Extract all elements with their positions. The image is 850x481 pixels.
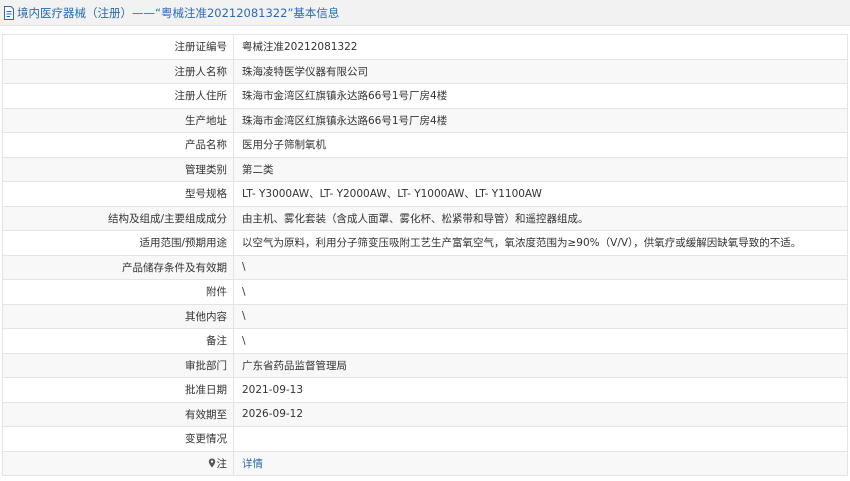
field-value: 2026-09-12 xyxy=(233,401,848,427)
table-row: 适用范围/预期用途 以空气为原料，利用分子筛变压吸附工艺生产富氧空气，氧浓度范围为… xyxy=(2,230,848,256)
field-value: 以空气为原料，利用分子筛变压吸附工艺生产富氧空气，氧浓度范围为≥90%（V/V）… xyxy=(233,230,848,256)
field-value: \ xyxy=(233,328,848,354)
field-value: 珠海凌特医学仪器有限公司 xyxy=(233,58,848,84)
field-label: 结构及组成/主要组成成分 xyxy=(2,205,234,231)
field-label: 备注 xyxy=(2,328,234,354)
table-row: 结构及组成/主要组成成分 由主机、雾化套装（含成人面罩、雾化杯、松紧带和导管）和遥… xyxy=(2,205,848,231)
field-label: 管理类别 xyxy=(2,156,234,182)
field-label: 生产地址 xyxy=(2,107,234,133)
table-row: 备注 \ xyxy=(2,328,848,354)
field-label: 注册人名称 xyxy=(2,58,234,84)
table-row: 附件 \ xyxy=(2,279,848,305)
table-row: 批准日期 2021-09-13 xyxy=(2,377,848,403)
field-value: 珠海市金湾区红旗镇永达路66号1号厂房4楼 xyxy=(233,83,848,109)
table-row: 生产地址 珠海市金湾区红旗镇永达路66号1号厂房4楼 xyxy=(2,107,848,133)
field-label: 注册人住所 xyxy=(2,83,234,109)
field-value: 由主机、雾化套装（含成人面罩、雾化杯、松紧带和导管）和遥控器组成。 xyxy=(233,205,848,231)
field-value: 珠海市金湾区红旗镇永达路66号1号厂房4楼 xyxy=(233,107,848,133)
table-row: 有效期至 2026-09-12 xyxy=(2,401,848,427)
field-label: 产品储存条件及有效期 xyxy=(2,254,234,280)
details-link[interactable]: 详情 xyxy=(242,458,263,470)
note-row: 注 详情 xyxy=(2,450,848,476)
field-label: 批准日期 xyxy=(2,377,234,403)
field-value: 第二类 xyxy=(233,156,848,182)
field-label: 适用范围/预期用途 xyxy=(2,230,234,256)
detail-table-body: 注册证编号 粤械注准20212081322 注册人名称 珠海凌特医学仪器有限公司 注册人… xyxy=(2,34,848,476)
table-row: 型号规格 LT- Y3000AW、LT- Y2000AW、LT- Y1000AW、… xyxy=(2,181,848,207)
table-row: 产品名称 医用分子筛制氧机 xyxy=(2,132,848,158)
field-value: 2021-09-13 xyxy=(233,377,848,403)
field-value: 广东省药品监督管理局 xyxy=(233,352,848,378)
note-label-cell: 注 xyxy=(2,450,234,476)
note-value-cell: 详情 xyxy=(233,450,848,476)
note-label: 注 xyxy=(216,457,228,470)
table-row: 其他内容 \ xyxy=(2,303,848,329)
page-title: 境内医疗器械（注册）——“粤械注准20212081322”基本信息 xyxy=(17,5,340,20)
table-row: 变更情况 xyxy=(2,426,848,452)
field-value: \ xyxy=(233,254,848,280)
table-row: 审批部门 广东省药品监督管理局 xyxy=(2,352,848,378)
map-pin-icon xyxy=(208,458,215,468)
field-label: 有效期至 xyxy=(2,401,234,427)
field-value: LT- Y3000AW、LT- Y2000AW、LT- Y1000AW、LT- … xyxy=(233,181,848,207)
field-label: 其他内容 xyxy=(2,303,234,329)
field-label: 注册证编号 xyxy=(2,34,234,60)
table-row: 管理类别 第二类 xyxy=(2,156,848,182)
field-value: 粤械注准20212081322 xyxy=(233,34,848,60)
table-row: 产品储存条件及有效期 \ xyxy=(2,254,848,280)
document-icon xyxy=(4,5,14,20)
field-value: \ xyxy=(233,303,848,329)
field-label: 审批部门 xyxy=(2,352,234,378)
page-title-bar: 境内医疗器械（注册）——“粤械注准20212081322”基本信息 xyxy=(0,0,850,26)
table-row: 注册证编号 粤械注准20212081322 xyxy=(2,34,848,60)
field-value xyxy=(233,426,848,452)
field-value: 医用分子筛制氧机 xyxy=(233,132,848,158)
table-row: 注册人名称 珠海凌特医学仪器有限公司 xyxy=(2,58,848,84)
detail-table: 注册证编号 粤械注准20212081322 注册人名称 珠海凌特医学仪器有限公司 注册人… xyxy=(2,34,848,476)
field-label: 产品名称 xyxy=(2,132,234,158)
field-label: 变更情况 xyxy=(2,426,234,452)
field-label: 附件 xyxy=(2,279,234,305)
field-value: \ xyxy=(233,279,848,305)
table-row: 注册人住所 珠海市金湾区红旗镇永达路66号1号厂房4楼 xyxy=(2,83,848,109)
field-label: 型号规格 xyxy=(2,181,234,207)
